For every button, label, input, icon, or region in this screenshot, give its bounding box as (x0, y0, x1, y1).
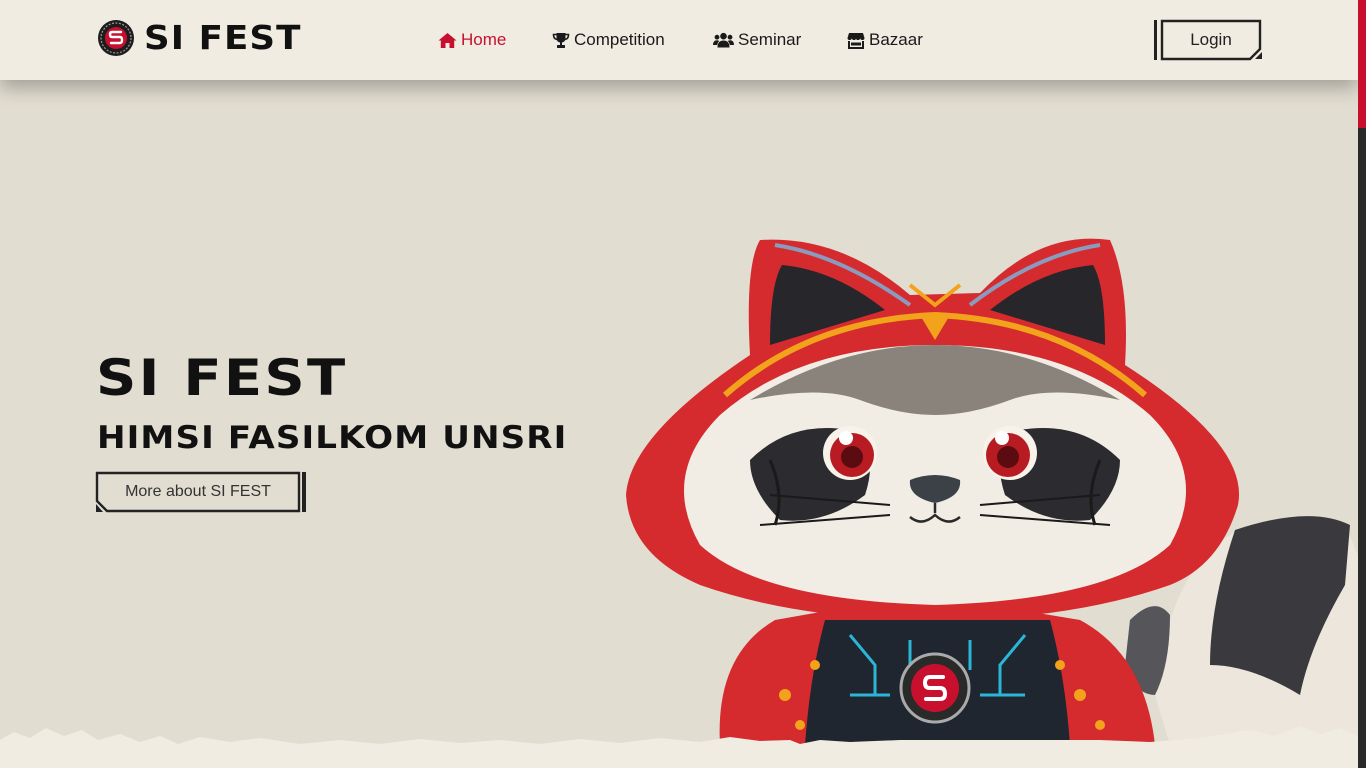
hero-title: SI FEST (96, 349, 348, 407)
scrollbar-thumb[interactable] (1358, 0, 1366, 128)
nav-bazaar[interactable]: Bazaar (847, 28, 923, 52)
brand[interactable]: SI FEST (97, 19, 300, 57)
si-fest-logo (98, 20, 134, 56)
store-icon (847, 32, 865, 49)
torn-paper-edge (0, 726, 1358, 768)
login-label: Login (1190, 30, 1232, 49)
nav-competition[interactable]: Competition (552, 28, 665, 52)
more-about-button[interactable]: More about SI FEST (95, 471, 307, 513)
nav-bazaar-label: Bazaar (869, 30, 923, 49)
trophy-icon (552, 32, 570, 48)
nav-seminar-label: Seminar (738, 30, 802, 49)
login-button[interactable]: Login (1153, 19, 1263, 61)
page-scrollbar[interactable] (1358, 0, 1366, 768)
nav-competition-label: Competition (574, 30, 665, 49)
home-icon (438, 32, 457, 48)
raccoon-mascot-image (626, 238, 1358, 745)
nav-home[interactable]: Home (438, 28, 506, 52)
nav-seminar[interactable]: Seminar (713, 28, 801, 52)
more-about-label: More about SI FEST (125, 483, 271, 500)
brand-name: SI FEST (144, 18, 302, 57)
navbar: SI FEST Home Competition Seminar Bazaar … (0, 0, 1358, 80)
users-icon (713, 32, 734, 48)
hero-subtitle: HIMSI FASILKOM UNSRI (97, 420, 568, 456)
nav-home-label: Home (461, 30, 507, 49)
